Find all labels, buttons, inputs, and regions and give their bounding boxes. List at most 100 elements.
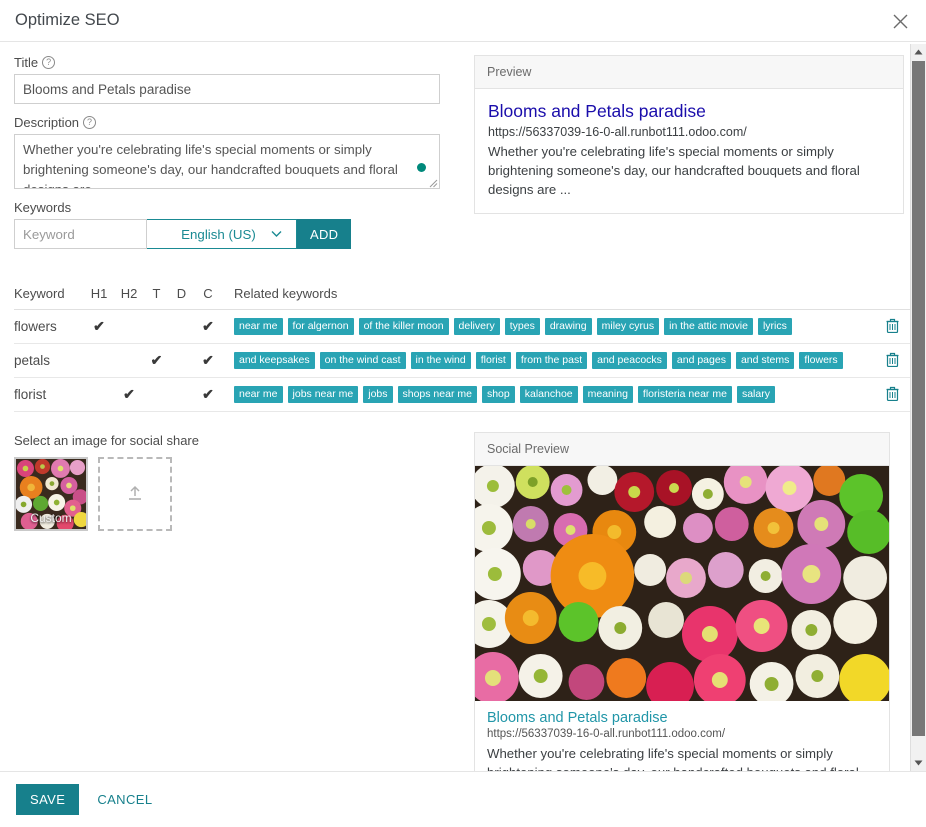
- social-preview-panel: Social Preview: [474, 432, 890, 812]
- social-preview-image: [475, 466, 889, 701]
- upload-icon: [125, 484, 145, 504]
- social-preview-title[interactable]: Blooms and Petals paradise: [487, 710, 877, 726]
- cell-c: ✔: [194, 386, 222, 403]
- keyword-cell: florist: [14, 387, 84, 402]
- related-keyword-tag[interactable]: flowers: [799, 352, 842, 369]
- related-keyword-tag[interactable]: jobs near me: [288, 386, 359, 403]
- related-keyword-tag[interactable]: jobs: [363, 386, 392, 403]
- search-preview-url: https://56337039-16-0-all.runbot111.odoo…: [488, 125, 890, 139]
- related-keyword-tag[interactable]: in the wind: [411, 352, 471, 369]
- trash-icon: [886, 352, 899, 370]
- question-mark-icon[interactable]: ?: [42, 56, 55, 69]
- trash-icon: [886, 386, 899, 404]
- col-header-h1: H1: [84, 286, 114, 301]
- search-preview-panel: Preview Blooms and Petals paradise https…: [474, 55, 904, 214]
- add-keyword-button[interactable]: ADD: [297, 219, 351, 249]
- related-keyword-tag[interactable]: delivery: [454, 318, 500, 335]
- related-keyword-tag[interactable]: miley cyrus: [597, 318, 660, 335]
- description-status-dot: [417, 163, 426, 172]
- related-keyword-tag[interactable]: in the attic movie: [664, 318, 753, 335]
- col-header-c: C: [194, 286, 222, 301]
- save-button[interactable]: SAVE: [16, 784, 79, 815]
- search-preview-body: Blooms and Petals paradise https://56337…: [475, 89, 903, 213]
- keywords-table-body: flowers ✔ ✔ near me for algernon of the kille…: [14, 310, 912, 412]
- description-field-block: Description ? Whether you're celebrating…: [14, 115, 452, 189]
- col-header-related: Related keywords: [222, 286, 872, 301]
- search-preview-header: Preview: [475, 56, 903, 89]
- table-row: flowers ✔ ✔ near me for algernon of the kille…: [14, 310, 912, 344]
- check-icon: ✔: [123, 386, 135, 402]
- scrollbar-down-arrow-icon[interactable]: [911, 755, 926, 771]
- related-keyword-tag[interactable]: lyrics: [758, 318, 792, 335]
- col-header-keyword: Keyword: [14, 286, 84, 301]
- keywords-label-text: Keywords: [14, 200, 71, 215]
- description-label: Description ?: [14, 115, 452, 130]
- related-keyword-tag[interactable]: meaning: [583, 386, 633, 403]
- delete-keyword-button[interactable]: [872, 386, 912, 404]
- check-icon: ✔: [202, 352, 214, 368]
- keywords-label: Keywords: [14, 200, 452, 215]
- related-keyword-tag[interactable]: types: [505, 318, 540, 335]
- question-mark-icon[interactable]: ?: [83, 116, 96, 129]
- related-keywords-cell: near me jobs near mejobs shops near me shop…: [222, 386, 872, 403]
- check-icon: ✔: [202, 386, 214, 402]
- description-textarea[interactable]: Whether you're celebrating life's specia…: [14, 134, 440, 189]
- related-keyword-tag[interactable]: shops near me: [398, 386, 477, 403]
- language-select[interactable]: English (US): [147, 219, 297, 249]
- description-wrapper: Whether you're celebrating life's specia…: [14, 134, 440, 189]
- dialog-footer: SAVE CANCEL: [0, 771, 926, 827]
- related-keyword-tag[interactable]: near me: [234, 386, 283, 403]
- table-row: florist ✔ ✔ near me jobs near mejobs shops ne…: [14, 378, 912, 412]
- cell-t: ✔: [144, 352, 169, 369]
- delete-keyword-button[interactable]: [872, 318, 912, 336]
- scrollbar-thumb[interactable]: [912, 61, 925, 736]
- cancel-button[interactable]: CANCEL: [93, 792, 156, 807]
- related-keyword-tag[interactable]: and stems: [736, 352, 794, 369]
- social-image-thumbnail[interactable]: Custom: [14, 457, 88, 531]
- upload-image-button[interactable]: [98, 457, 172, 531]
- related-keyword-tag[interactable]: shop: [482, 386, 515, 403]
- related-keyword-tag[interactable]: and keepsakes: [234, 352, 315, 369]
- trash-icon: [886, 318, 899, 336]
- title-input[interactable]: [14, 74, 440, 104]
- col-header-h2: H2: [114, 286, 144, 301]
- related-keywords-cell: and keepsakes on the wind cast in the wind…: [222, 352, 872, 369]
- close-icon[interactable]: [888, 9, 912, 33]
- col-header-d: D: [169, 286, 194, 301]
- related-keyword-tag[interactable]: near me: [234, 318, 283, 335]
- related-keyword-tag[interactable]: from the past: [516, 352, 587, 369]
- vertical-scrollbar[interactable]: [910, 44, 926, 771]
- flower-bed-image: [475, 466, 889, 701]
- related-keyword-tag[interactable]: and pages: [672, 352, 731, 369]
- col-header-t: T: [144, 286, 169, 301]
- thumbnail-label: Custom: [16, 511, 86, 525]
- cell-c: ✔: [194, 352, 222, 369]
- search-preview-title[interactable]: Blooms and Petals paradise: [488, 101, 890, 122]
- social-preview-region: Social Preview: [474, 432, 890, 812]
- related-keyword-tag[interactable]: kalanchoe: [520, 386, 578, 403]
- check-icon: ✔: [202, 318, 214, 334]
- keyword-input[interactable]: [14, 219, 147, 249]
- related-keyword-tag[interactable]: floristeria near me: [638, 386, 732, 403]
- related-keyword-tag[interactable]: of the killer moon: [359, 318, 449, 335]
- keywords-table-header: Keyword H1 H2 T D C Related keywords: [14, 286, 912, 310]
- search-preview-description: Whether you're celebrating life's specia…: [488, 142, 890, 199]
- title-field-block: Title ?: [14, 55, 452, 104]
- related-keyword-tag[interactable]: for algernon: [288, 318, 354, 335]
- delete-keyword-button[interactable]: [872, 352, 912, 370]
- keyword-cell: petals: [14, 353, 84, 368]
- related-keyword-tag[interactable]: drawing: [545, 318, 592, 335]
- table-row: petals ✔ ✔ and keepsakes on the wind cast in …: [14, 344, 912, 378]
- related-keyword-tag[interactable]: on the wind cast: [320, 352, 406, 369]
- related-keyword-tag[interactable]: salary: [737, 386, 775, 403]
- social-preview-url: https://56337039-16-0-all.runbot111.odoo…: [487, 728, 877, 740]
- cell-h1: ✔: [84, 318, 114, 335]
- keywords-field-block: Keywords English (US) ADD: [14, 200, 452, 249]
- cell-c: ✔: [194, 318, 222, 335]
- check-icon: ✔: [151, 352, 163, 368]
- related-keyword-tag[interactable]: and peacocks: [592, 352, 667, 369]
- related-keyword-tag[interactable]: florist: [476, 352, 511, 369]
- scrollbar-up-arrow-icon[interactable]: [911, 44, 926, 60]
- keyword-cell: flowers: [14, 319, 84, 334]
- check-icon: ✔: [93, 318, 105, 334]
